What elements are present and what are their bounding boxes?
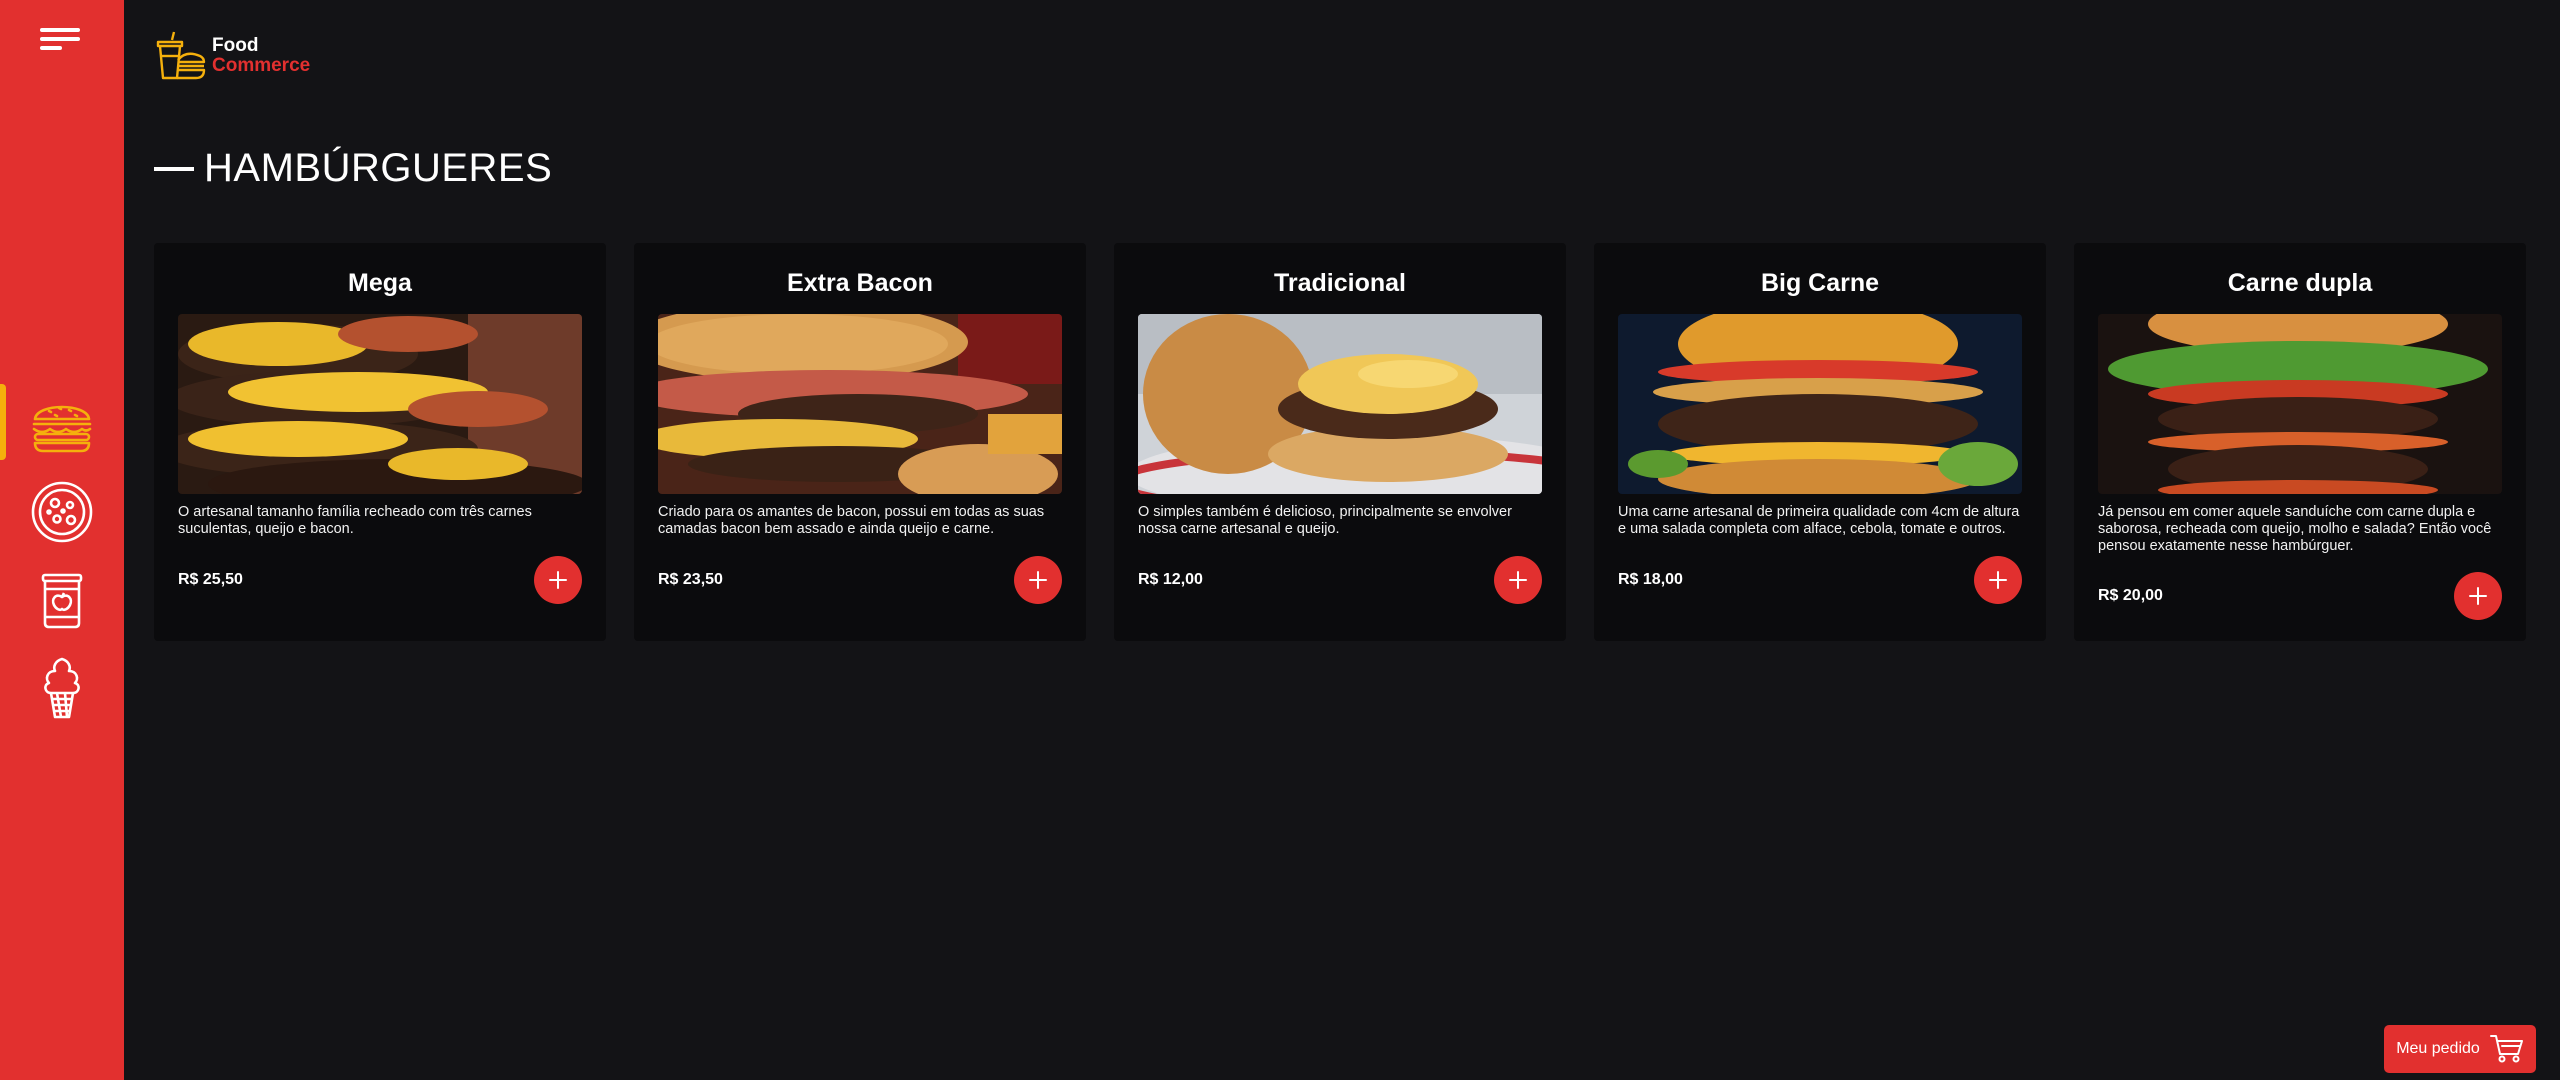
- product-card: Extra Bacon Criado para os amantes de ba…: [634, 243, 1086, 641]
- burger-icon: [32, 405, 92, 453]
- plus-icon: [549, 571, 567, 589]
- product-image: [1138, 314, 1542, 494]
- plus-icon: [1029, 571, 1047, 589]
- product-price: R$ 12,00: [1138, 571, 1203, 588]
- ice-cream-icon: [44, 657, 80, 719]
- product-image: [1618, 314, 2022, 494]
- pizza-icon: [31, 481, 93, 543]
- product-price: R$ 23,50: [658, 571, 723, 588]
- cart-icon: [2489, 1035, 2523, 1063]
- plus-icon: [2469, 587, 2487, 605]
- product-description: Já pensou em comer aquele sanduíche com …: [2098, 504, 2492, 554]
- product-card: Carne dupla Já pensou em comer aquele sa…: [2074, 243, 2526, 641]
- product-name: Extra Bacon: [787, 269, 933, 297]
- add-to-cart-button[interactable]: [1494, 556, 1542, 604]
- nav-item-desserts[interactable]: [0, 644, 124, 732]
- plus-icon: [1989, 571, 2007, 589]
- add-to-cart-button[interactable]: [1014, 556, 1062, 604]
- product-name: Mega: [348, 269, 412, 297]
- product-price: R$ 18,00: [1618, 571, 1683, 588]
- section-header: HAMBÚRGUERES: [154, 146, 552, 191]
- product-name: Tradicional: [1274, 269, 1406, 297]
- brand-name-line2: Commerce: [212, 55, 311, 76]
- product-card: Tradicional O simples também é delicioso…: [1114, 243, 1566, 641]
- product-card: Big Carne Uma carne artesanal de primeir…: [1594, 243, 2046, 641]
- category-nav: [0, 380, 124, 732]
- product-image: [2098, 314, 2502, 494]
- food-logo-icon: [156, 31, 206, 80]
- product-description: Criado para os amantes de bacon, possui …: [658, 504, 1045, 537]
- product-name: Carne dupla: [2227, 269, 2373, 297]
- product-price: R$ 25,50: [178, 571, 243, 588]
- add-to-cart-button[interactable]: [2454, 572, 2502, 620]
- product-description: O artesanal tamanho família recheado com…: [178, 504, 532, 537]
- nav-item-burgers[interactable]: [0, 380, 124, 468]
- my-order-button[interactable]: Meu pedido: [2384, 1025, 2536, 1073]
- product-image: [658, 314, 1062, 494]
- menu-toggle-button[interactable]: [40, 28, 82, 54]
- soda-can-icon: [41, 573, 83, 629]
- brand-name-line1: Food: [212, 35, 259, 56]
- sidebar: [0, 0, 124, 1080]
- my-order-label: Meu pedido: [2396, 1040, 2480, 1057]
- product-name: Big Carne: [1760, 269, 1880, 297]
- product-description: O simples também é delicioso, principalm…: [1138, 504, 1512, 537]
- plus-icon: [1509, 571, 1527, 589]
- brand-logo[interactable]: Food Commerce: [152, 30, 310, 82]
- nav-item-drinks[interactable]: [0, 556, 124, 644]
- title-dash: [154, 166, 194, 171]
- page-title: HAMBÚRGUERES: [204, 146, 553, 190]
- nav-item-pizzas[interactable]: [0, 468, 124, 556]
- add-to-cart-button[interactable]: [534, 556, 582, 604]
- product-price: R$ 20,00: [2098, 587, 2163, 604]
- product-description: Uma carne artesanal de primeira qualidad…: [1618, 504, 2020, 537]
- product-list: Mega O artesanal tamanho família rechead…: [154, 243, 2526, 641]
- add-to-cart-button[interactable]: [1974, 556, 2022, 604]
- product-image: [178, 314, 582, 494]
- product-card: Mega O artesanal tamanho família rechead…: [154, 243, 606, 641]
